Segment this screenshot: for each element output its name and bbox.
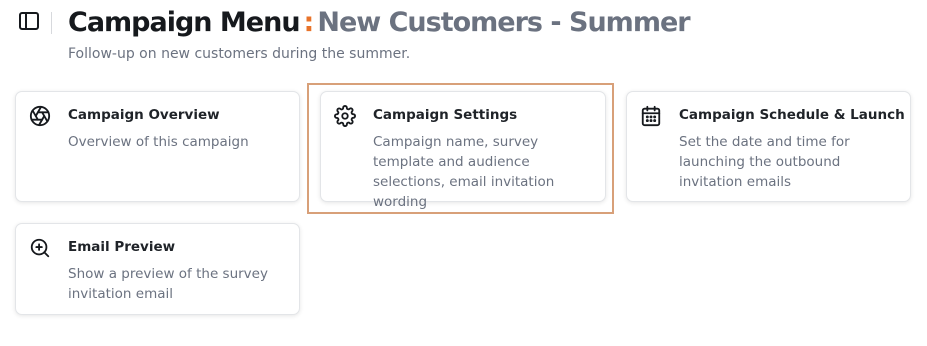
- aperture-icon: [29, 105, 51, 127]
- card-campaign-schedule-launch[interactable]: Campaign Schedule & Launch Set the date …: [626, 91, 911, 202]
- sidebar-toggle-button[interactable]: [17, 12, 41, 34]
- card-title: Campaign Schedule & Launch: [679, 107, 905, 123]
- campaign-menu-page: Campaign Menu: New Customers - Summer Fol…: [0, 0, 927, 346]
- gear-icon: [334, 105, 356, 127]
- card-email-preview[interactable]: Email Preview Show a preview of the surv…: [15, 223, 300, 315]
- card-title: Campaign Overview: [68, 107, 220, 123]
- page-title-campaign-name: New Customers - Summer: [317, 7, 690, 38]
- calendar-icon: [640, 105, 662, 127]
- zoom-in-icon: [29, 237, 51, 259]
- page-title: Campaign Menu: New Customers - Summer: [68, 4, 691, 42]
- page-title-main: Campaign Menu: [68, 7, 301, 38]
- card-description: Show a preview of the survey invitation …: [68, 266, 268, 302]
- page-title-separator: :: [303, 7, 315, 38]
- card-campaign-settings[interactable]: Campaign Settings Campaign name, survey …: [320, 91, 606, 210]
- card-description: Campaign name, survey template and audie…: [373, 134, 555, 210]
- header-divider: [51, 12, 52, 34]
- card-campaign-overview[interactable]: Campaign Overview Overview of this campa…: [15, 91, 300, 202]
- card-title: Campaign Settings: [373, 107, 518, 123]
- card-description: Set the date and time for launching the …: [679, 134, 850, 190]
- page-subtitle: Follow-up on new customers during the su…: [68, 46, 411, 62]
- card-title: Email Preview: [68, 239, 176, 255]
- card-description: Overview of this campaign: [68, 134, 249, 150]
- sidebar-panel-icon: [18, 11, 40, 35]
